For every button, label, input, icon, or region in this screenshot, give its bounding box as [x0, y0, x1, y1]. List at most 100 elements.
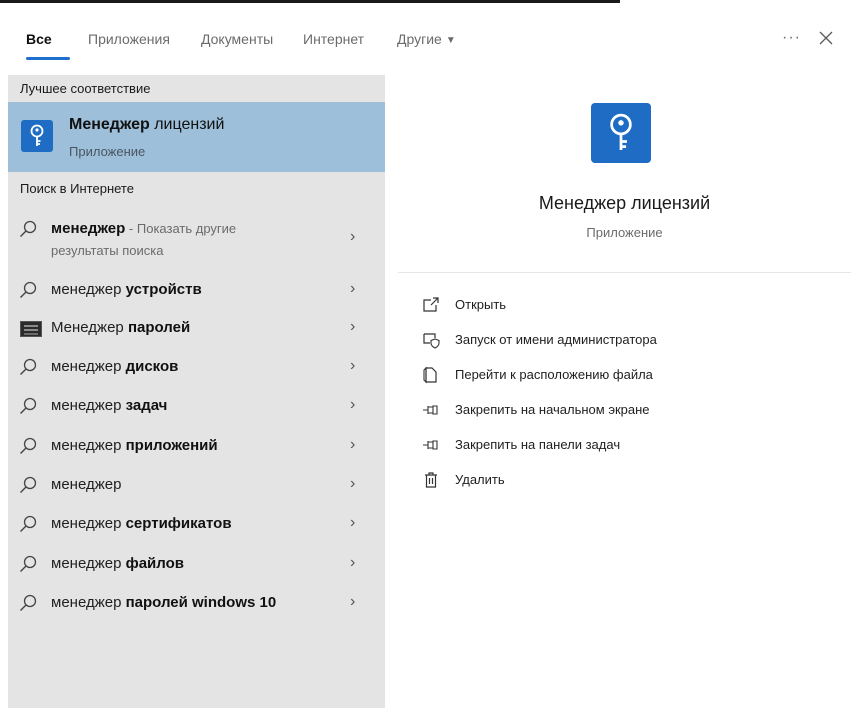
search-result-item[interactable]: менеджер файлов › [8, 545, 385, 583]
tab-other-label: Другие [397, 31, 442, 47]
result-text-bold: задач [125, 397, 168, 414]
file-location-label: Перейти к расположению файла [455, 367, 653, 382]
app-title: Менеджер лицензий [538, 193, 711, 213]
uninstall-label: Удалить [455, 472, 505, 487]
result-text-hint: - Показать другие [125, 221, 237, 236]
result-text: Менеджер [51, 319, 128, 336]
result-text-bold: дисков [125, 358, 179, 375]
result-text: менеджер [51, 515, 126, 532]
chevron-right-icon: › [350, 280, 356, 297]
search-result-label: менеджер сертификатов [51, 515, 232, 532]
result-text-hint-line2: результаты поиска [51, 243, 164, 258]
result-text-bold: паролей [127, 319, 191, 336]
run-as-admin-label: Запуск от имени администратора [455, 332, 657, 347]
result-text-bold: приложений [125, 437, 218, 454]
search-icon [20, 220, 37, 237]
pin-start-icon [423, 405, 438, 415]
details-panel: Менеджер лицензий Приложение Открыть Зап… [398, 75, 851, 708]
search-icon [20, 476, 37, 493]
result-text: менеджер [51, 358, 126, 375]
close-button[interactable] [815, 27, 837, 49]
best-match-title-bold: Менеджер [69, 116, 150, 133]
chevron-right-icon: › [350, 396, 356, 413]
result-text-bold: устройств [125, 281, 202, 298]
result-text: менеджер [51, 594, 126, 611]
pin-to-start-action[interactable]: Закрепить на начальном экране [422, 398, 822, 424]
chevron-right-icon: › [350, 475, 356, 492]
search-result-label: менеджер - Показать другие результаты пои… [51, 218, 236, 262]
run-as-admin-icon [423, 333, 440, 349]
open-label: Открыть [455, 297, 507, 312]
close-icon [819, 31, 833, 45]
app-subtitle: Приложение [586, 225, 663, 240]
search-icon [20, 594, 37, 611]
open-action[interactable]: Открыть [422, 293, 822, 319]
pin-taskbar-icon [423, 440, 438, 450]
search-result-label: менеджер [51, 476, 121, 493]
run-as-admin-action[interactable]: Запуск от имени администратора [422, 328, 822, 354]
filter-tabs-bar: Все Приложения Документы Интернет Другие… [0, 3, 851, 75]
search-result-item[interactable]: менеджер устройств › [8, 271, 385, 309]
search-result-item[interactable]: менеджер паролей windows 10 › [8, 584, 385, 622]
chevron-right-icon: › [350, 318, 356, 335]
search-result-item[interactable]: менеджер › [8, 466, 385, 504]
chevron-right-icon: › [350, 514, 356, 531]
result-text: менеджер [51, 555, 126, 572]
search-icon [20, 437, 37, 454]
search-icon [20, 358, 37, 375]
search-result-item[interactable]: менеджер приложений › [8, 427, 385, 465]
result-text-bold: паролей windows 10 [125, 594, 277, 611]
tab-other[interactable]: Другие ▼ [397, 31, 456, 47]
result-text-bold: менеджер [51, 220, 126, 237]
search-icon [20, 397, 37, 414]
app-large-icon [591, 103, 651, 163]
best-match-title: Менеджер лицензий [69, 116, 224, 134]
results-panel: Лучшее соответствие Менеджер лицензий Пр… [8, 75, 385, 708]
search-result-item[interactable]: Менеджер паролей › [8, 309, 385, 347]
best-match-app-icon [21, 120, 53, 152]
tab-apps[interactable]: Приложения [88, 31, 170, 47]
key-icon [610, 113, 632, 150]
caret-down-icon: ▼ [445, 35, 456, 46]
pin-taskbar-label: Закрепить на панели задач [455, 437, 621, 452]
search-result-item[interactable]: менеджер сертификатов › [8, 505, 385, 543]
chevron-right-icon: › [350, 593, 356, 610]
tab-documents[interactable]: Документы [201, 31, 273, 47]
key-icon [30, 124, 44, 146]
search-result-label: менеджер задач [51, 397, 167, 414]
divider [398, 272, 851, 273]
search-result-label: менеджер устройств [51, 281, 202, 298]
search-result-item[interactable]: менеджер - Показать другие результаты пои… [8, 210, 385, 266]
chevron-right-icon: › [350, 357, 356, 374]
trash-icon [425, 472, 437, 488]
uninstall-action[interactable]: Удалить [422, 468, 822, 494]
chevron-right-icon: › [350, 554, 356, 571]
more-options-button[interactable]: ··· [782, 29, 801, 47]
tab-all[interactable]: Все [26, 31, 52, 47]
pin-to-taskbar-action[interactable]: Закрепить на панели задач [422, 433, 822, 459]
web-search-heading: Поиск в Интернете [20, 181, 134, 196]
search-icon [20, 515, 37, 532]
search-result-label: менеджер приложений [51, 437, 218, 454]
result-text: менеджер [51, 397, 126, 414]
chevron-right-icon: › [350, 436, 356, 453]
open-icon [423, 297, 439, 312]
best-match-heading: Лучшее соответствие [20, 81, 151, 96]
best-match-title-rest: лицензий [149, 116, 225, 133]
active-tab-indicator [26, 57, 70, 60]
search-result-item[interactable]: менеджер задач › [8, 387, 385, 425]
result-text: менеджер [51, 281, 126, 298]
password-manager-icon [20, 321, 42, 337]
search-result-label: менеджер паролей windows 10 [51, 594, 276, 611]
tab-internet[interactable]: Интернет [303, 31, 364, 47]
search-result-label: менеджер дисков [51, 358, 178, 375]
pin-start-label: Закрепить на начальном экране [455, 402, 650, 417]
best-match-subtitle: Приложение [69, 144, 146, 159]
file-location-icon [423, 366, 437, 384]
search-result-item[interactable]: менеджер дисков › [8, 348, 385, 386]
result-text-bold: файлов [125, 555, 184, 572]
search-icon [20, 281, 37, 298]
chevron-right-icon: › [350, 228, 356, 245]
best-match-item[interactable]: Менеджер лицензий Приложение [8, 102, 385, 172]
open-file-location-action[interactable]: Перейти к расположению файла [422, 363, 822, 389]
